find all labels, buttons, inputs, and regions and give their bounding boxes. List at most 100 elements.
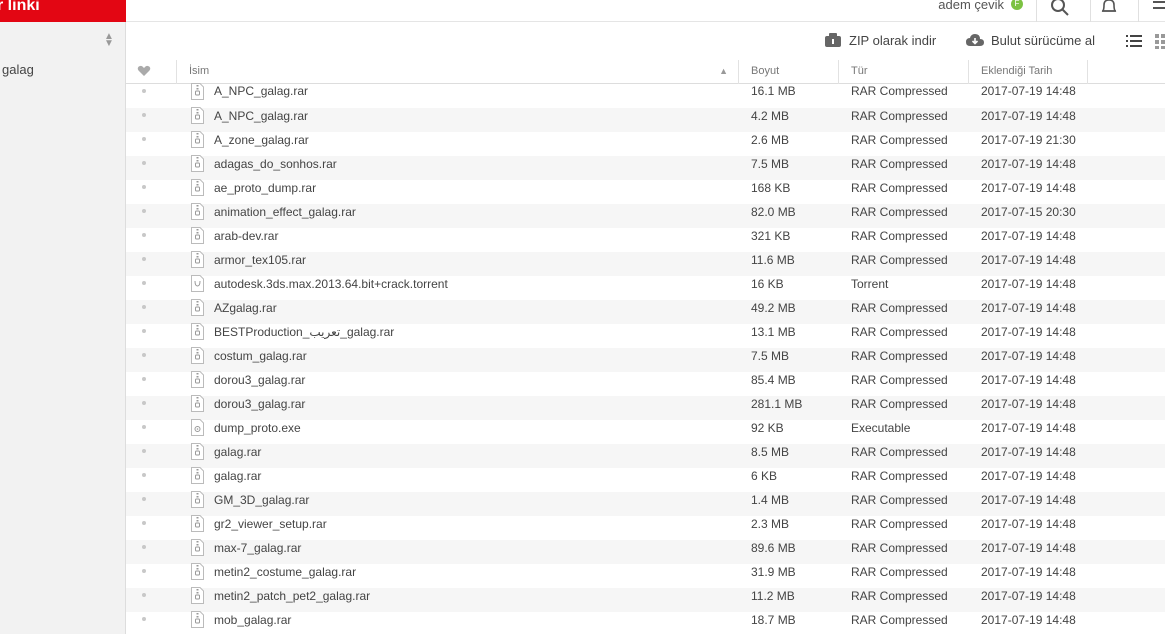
file-name[interactable]: dorou3_galag.rar: [214, 396, 305, 412]
table-row[interactable]: armor_tex105.rar 11.6 MB RAR Compressed 201…: [126, 251, 1165, 276]
favorite-toggle[interactable]: [142, 617, 146, 621]
favorite-toggle[interactable]: [142, 161, 146, 165]
file-name[interactable]: galag.rar: [214, 444, 261, 460]
file-date: 2017-07-19 14:48: [981, 84, 1076, 98]
file-name[interactable]: autodesk.3ds.max.2013.64.bit+crack.torre…: [214, 276, 448, 292]
column-header-size-label: Boyut: [751, 65, 780, 77]
file-name[interactable]: gr2_viewer_setup.rar: [214, 516, 327, 532]
table-row[interactable]: galag.rar 6 KB RAR Compressed 2017-07-19 14…: [126, 467, 1165, 492]
table-row[interactable]: mob_galag.rar 18.7 MB RAR Compressed 2017-0…: [126, 611, 1165, 636]
file-name[interactable]: costum_galag.rar: [214, 348, 307, 364]
zip-download-button[interactable]: ZIP olarak indir: [823, 32, 936, 48]
table-row[interactable]: animation_effect_galag.rar 82.0 MB RAR Com…: [126, 203, 1165, 228]
column-header-name[interactable]: İsim ▲: [176, 60, 738, 84]
brand-bar[interactable]: r linki: [0, 0, 126, 22]
table-row[interactable]: dorou3_galag.rar 85.4 MB RAR Compressed 201…: [126, 371, 1165, 396]
file-name[interactable]: animation_effect_galag.rar: [214, 204, 356, 220]
favorite-toggle[interactable]: [142, 329, 146, 333]
favorite-toggle[interactable]: [142, 425, 146, 429]
favorite-toggle[interactable]: [142, 257, 146, 261]
favorite-toggle[interactable]: [142, 449, 146, 453]
torrent-file-icon: [191, 275, 204, 292]
table-row[interactable]: A_NPC_galag.rar 4.2 MB RAR Compressed 2017-…: [126, 107, 1165, 132]
table-row[interactable]: galag.rar 8.5 MB RAR Compressed 2017-07-19 …: [126, 443, 1165, 468]
file-name[interactable]: ae_proto_dump.rar: [214, 180, 316, 196]
save-to-cloud-button[interactable]: Bulut sürücüme al: [965, 32, 1095, 48]
heart-icon[interactable]: [137, 65, 151, 77]
file-type: RAR Compressed: [851, 109, 948, 123]
file-name[interactable]: mob_galag.rar: [214, 612, 291, 628]
file-name[interactable]: armor_tex105.rar: [214, 252, 306, 268]
file-name[interactable]: metin2_costume_galag.rar: [214, 564, 356, 580]
grid-view-icon[interactable]: [1153, 32, 1165, 50]
bell-icon[interactable]: [1098, 0, 1120, 18]
favorite-toggle[interactable]: [142, 113, 146, 117]
user-badge: F: [1011, 0, 1023, 10]
file-name[interactable]: AZgalag.rar: [214, 300, 277, 316]
column-header-type[interactable]: Tür: [838, 60, 968, 84]
favorite-toggle[interactable]: [142, 377, 146, 381]
favorite-toggle[interactable]: [142, 185, 146, 189]
archive-file-icon: [191, 395, 204, 412]
favorite-toggle[interactable]: [142, 545, 146, 549]
table-row[interactable]: A_NPC_galag.rar 16.1 MB RAR Compressed 2017…: [126, 83, 1165, 108]
file-size: 18.7 MB: [751, 613, 796, 627]
favorite-toggle[interactable]: [142, 137, 146, 141]
archive-file-icon: [191, 347, 204, 364]
archive-file-icon: [191, 563, 204, 580]
list-view-icon[interactable]: [1125, 32, 1143, 50]
favorite-toggle[interactable]: [142, 569, 146, 573]
table-row[interactable]: gr2_viewer_setup.rar 2.3 MB RAR Compressed…: [126, 515, 1165, 540]
favorite-toggle[interactable]: [142, 233, 146, 237]
table-row[interactable]: A_zone_galag.rar 2.6 MB RAR Compressed 2017…: [126, 131, 1165, 156]
favorite-toggle[interactable]: [142, 401, 146, 405]
file-name[interactable]: max-7_galag.rar: [214, 540, 301, 556]
file-name[interactable]: adagas_do_sonhos.rar: [214, 156, 337, 172]
favorite-toggle[interactable]: [142, 497, 146, 501]
favorite-toggle[interactable]: [142, 593, 146, 597]
file-name[interactable]: dorou3_galag.rar: [214, 372, 305, 388]
file-type: RAR Compressed: [851, 301, 948, 315]
sidebar-item-galag[interactable]: galag: [2, 62, 34, 77]
table-row[interactable]: dorou3_galag.rar 281.1 MB RAR Compressed 20…: [126, 395, 1165, 420]
file-name[interactable]: A_NPC_galag.rar: [214, 83, 308, 99]
search-icon[interactable]: [1049, 0, 1071, 18]
file-name[interactable]: A_zone_galag.rar: [214, 132, 309, 148]
favorite-toggle[interactable]: [142, 473, 146, 477]
sort-toggle-icon[interactable]: ▲ ▼: [104, 32, 114, 49]
archive-file-icon: [191, 203, 204, 220]
table-row[interactable]: BESTProduction_تعريب_galag.rar 13.1 MB RAR…: [126, 323, 1165, 348]
file-name[interactable]: BESTProduction_تعريب_galag.rar: [214, 324, 394, 340]
table-row[interactable]: autodesk.3ds.max.2013.64.bit+crack.torre…: [126, 275, 1165, 300]
table-row[interactable]: metin2_patch_pet2_galag.rar 11.2 MB RAR Co…: [126, 587, 1165, 612]
favorite-toggle[interactable]: [142, 353, 146, 357]
table-row[interactable]: dump_proto.exe 92 KB Executable 2017-07-19 …: [126, 419, 1165, 444]
column-header-date[interactable]: Eklendiği Tarih: [968, 60, 1088, 84]
table-row[interactable]: costum_galag.rar 7.5 MB RAR Compressed 2017…: [126, 347, 1165, 372]
favorite-toggle[interactable]: [142, 305, 146, 309]
table-row[interactable]: GM_3D_galag.rar 1.4 MB RAR Compressed 2017-…: [126, 491, 1165, 516]
file-name[interactable]: galag.rar: [214, 468, 261, 484]
file-name[interactable]: A_NPC_galag.rar: [214, 108, 308, 124]
column-header-size[interactable]: Boyut: [738, 60, 838, 84]
file-type: Torrent: [851, 277, 889, 291]
table-row[interactable]: metin2_costume_galag.rar 31.9 MB RAR Compr…: [126, 563, 1165, 588]
file-name[interactable]: GM_3D_galag.rar: [214, 492, 309, 508]
file-name[interactable]: metin2_patch_pet2_galag.rar: [214, 588, 370, 604]
favorite-toggle[interactable]: [142, 521, 146, 525]
table-row[interactable]: AZgalag.rar 49.2 MB RAR Compressed 2017-07-…: [126, 299, 1165, 324]
file-type: RAR Compressed: [851, 445, 948, 459]
file-name[interactable]: arab-dev.rar: [214, 228, 278, 244]
favorite-toggle[interactable]: [142, 89, 146, 93]
menu-icon[interactable]: [1149, 0, 1165, 18]
file-name[interactable]: dump_proto.exe: [214, 420, 301, 436]
table-row[interactable]: arab-dev.rar 321 KB RAR Compressed 2017-07-…: [126, 227, 1165, 252]
favorite-toggle[interactable]: [142, 281, 146, 285]
table-row[interactable]: adagas_do_sonhos.rar 7.5 MB RAR Compressed…: [126, 155, 1165, 180]
divider: [1036, 0, 1037, 22]
user-name[interactable]: adem çevik: [938, 0, 1004, 12]
table-row[interactable]: max-7_galag.rar 89.6 MB RAR Compressed 2017…: [126, 539, 1165, 564]
file-type: Executable: [851, 421, 911, 435]
favorite-toggle[interactable]: [142, 209, 146, 213]
table-row[interactable]: ae_proto_dump.rar 168 KB RAR Compressed 201…: [126, 179, 1165, 204]
